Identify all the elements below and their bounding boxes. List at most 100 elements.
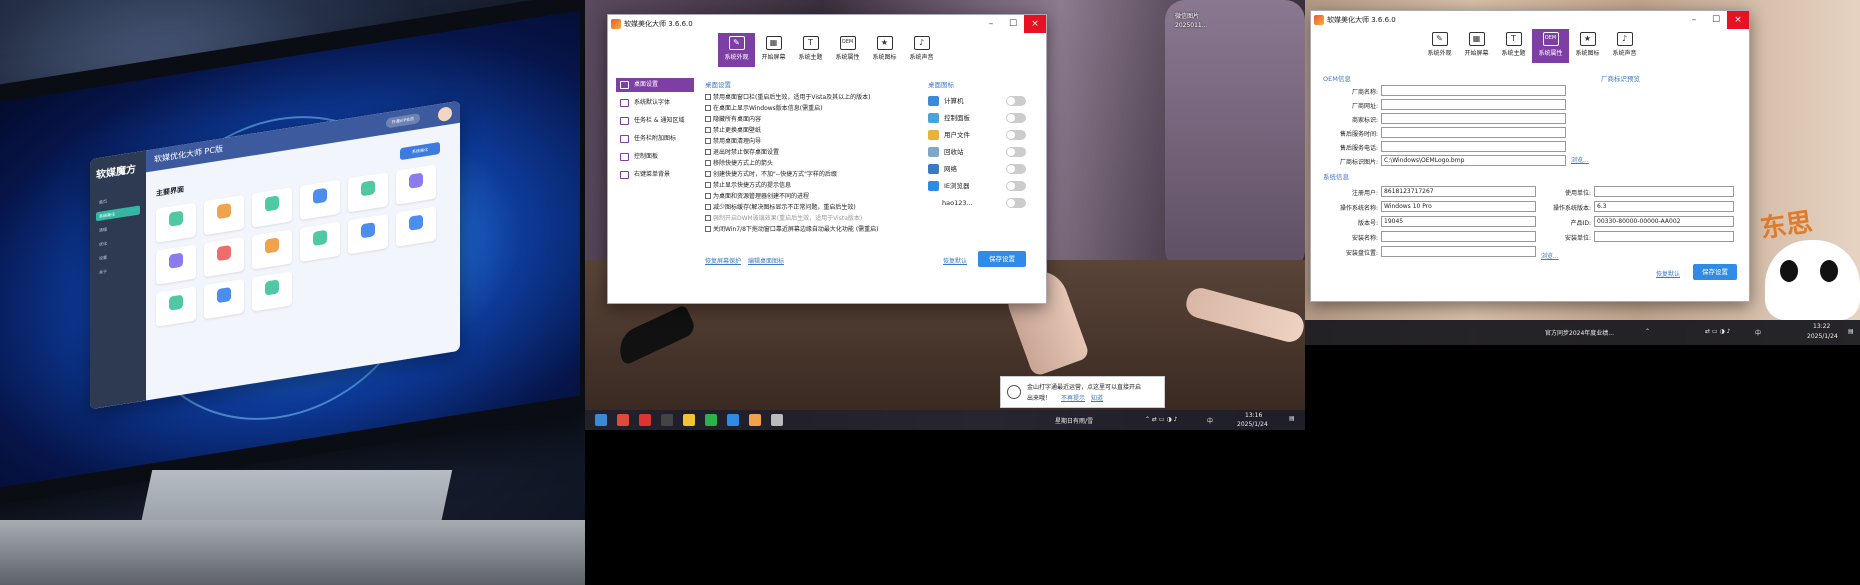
tab-start-screen[interactable]: ▦ 开始屏幕 [1458,29,1495,63]
option-checkbox[interactable]: 减少图标缓存(解决图标显示不正常问题，重启后生效) [705,203,856,213]
checkbox-box[interactable] [705,138,711,144]
taskbar-app-icon[interactable] [705,414,717,426]
checkbox-box[interactable] [705,149,711,155]
taskbar-app-icon[interactable] [749,414,761,426]
taskbar-app-icon[interactable] [727,414,739,426]
checkbox-box[interactable] [705,160,711,166]
taskbar-app-icon[interactable] [661,414,673,426]
text-field[interactable]: 6.3 [1594,201,1734,212]
notification-toast[interactable]: 金山打字通最近运营，点这里可以直接开启 出来哦！ 不再提示 知道 [1000,376,1165,408]
taskbar-app-icon[interactable] [639,414,651,426]
clock-time[interactable]: 13:16 [1245,412,1262,419]
tray-chevron-icon[interactable]: ⌃ [1645,328,1650,335]
desktop-file-icon-label[interactable]: 微信图片 2025011... [1175,12,1207,30]
taskbar-app-icon[interactable] [683,414,695,426]
tray-icons[interactable]: ⌃ ⇄ ▭ ◑ ♪ [1145,416,1177,423]
text-field[interactable] [1594,231,1734,242]
text-field[interactable] [1381,141,1566,152]
minimize-icon[interactable]: – [1683,11,1705,29]
option-checkbox[interactable]: 创建快捷方式时，不加"--快捷方式"字样的后缀 [705,170,837,180]
text-field[interactable] [1381,113,1566,124]
sidebar-item-taskbar-icons[interactable]: 任务栏附加图标 [616,132,694,146]
option-checkbox[interactable]: 移除快捷方式上的箭头 [705,159,773,169]
tab-system-sounds[interactable]: ♪ 系统声音 [1606,29,1643,63]
option-checkbox[interactable]: 为桌面和资源管理器创建不同的进程 [705,192,809,202]
clock-date[interactable]: 2025/1/24 [1807,333,1838,340]
option-checkbox[interactable]: 关闭Win7/8下拖动窗口靠近屏幕边缘自动最大化功能 (需重启) [705,225,879,235]
option-checkbox[interactable]: 退出时禁止保存桌面设置 [705,148,779,158]
tab-system-properties[interactable]: OEM 系统属性 [829,33,866,67]
text-field[interactable] [1381,85,1566,96]
toggle-switch[interactable] [1006,96,1026,106]
tab-system-theme[interactable]: T 系统主题 [1495,29,1532,63]
text-field[interactable] [1594,186,1734,197]
toggle-switch[interactable] [1006,113,1026,123]
title-bar[interactable]: 软媒美化大师 3.6.6.0 – ☐ × [1311,11,1749,29]
option-checkbox[interactable]: 禁止更换桌面壁纸 [705,126,761,136]
maximize-icon[interactable]: ☐ [1002,15,1024,33]
tab-system-theme[interactable]: T 系统主题 [792,33,829,67]
weather-text[interactable]: 星期日有雨/雪 [1055,416,1093,425]
restore-default-link[interactable]: 恢复默认 [943,256,967,265]
sidebar-item-taskbar[interactable]: 任务栏 & 通知区域 [616,114,694,128]
checkbox-box[interactable] [705,226,711,232]
option-checkbox[interactable]: 强制开启DWM玻璃效果(重启后生效，适用于Vista版本) [705,214,862,224]
ime-indicator[interactable]: 中 [1755,328,1761,337]
checkbox-box[interactable] [705,215,711,221]
toast-dismiss-link[interactable]: 不再提示 [1061,393,1085,402]
minimize-icon[interactable]: – [980,15,1002,33]
taskbar-app-icon[interactable] [595,414,607,426]
save-settings-button[interactable]: 保存设置 [978,251,1026,267]
text-field[interactable]: C:\Windows\OEMLogo.bmp [1381,155,1566,166]
close-icon[interactable]: × [1024,15,1046,33]
notification-icon[interactable]: ▤ [1848,328,1854,335]
notification-icon[interactable]: ▤ [1289,415,1295,422]
restore-default-link[interactable]: 恢复默认 [1656,269,1680,278]
toggle-switch[interactable] [1006,147,1026,157]
tab-system-icons[interactable]: ★ 系统图标 [1569,29,1606,63]
taskbar-app-icon[interactable] [617,414,629,426]
tab-system-properties[interactable]: OEM 系统属性 [1532,29,1569,63]
edit-desktop-icons-link[interactable]: 编辑桌面图标 [748,256,784,265]
checkbox-box[interactable] [705,171,711,177]
clock-date[interactable]: 2025/1/24 [1237,421,1268,428]
ime-indicator[interactable]: 中 [1207,416,1213,425]
checkbox-box[interactable] [705,204,711,210]
tray-icons[interactable]: ⇄ ▭ ◑ ♪ [1705,328,1730,335]
tab-system-appearance[interactable]: ✎ 系统外观 [718,33,755,67]
option-checkbox[interactable]: 禁止显示快捷方式的提示信息 [705,181,791,191]
toggle-switch[interactable] [1006,164,1026,174]
text-field[interactable] [1381,99,1566,110]
browse-install-link[interactable]: 浏览... [1541,251,1559,260]
sidebar-item-desktop-settings[interactable]: 桌面设置 [616,78,694,92]
checkbox-box[interactable] [705,127,711,133]
option-checkbox[interactable]: 隐藏所有桌面内容 [705,115,761,125]
option-checkbox[interactable]: 禁用桌面清理向导 [705,137,761,147]
text-field[interactable]: 00330-80000-00000-AA002 [1594,216,1734,227]
toast-ok-link[interactable]: 知道 [1091,393,1103,402]
close-icon[interactable]: × [1727,11,1749,29]
toggle-switch[interactable] [1006,181,1026,191]
text-field[interactable] [1381,246,1536,257]
sidebar-item-default-font[interactable]: 系统默认字体 [616,96,694,110]
sidebar-item-control-panel[interactable]: 控制面板 [616,150,694,164]
text-field[interactable]: Windows 10 Pro [1381,201,1536,212]
title-bar[interactable]: 软媒美化大师 3.6.6.0 – ☐ × [608,15,1046,33]
tab-start-screen[interactable]: ▦ 开始屏幕 [755,33,792,67]
tab-system-sounds[interactable]: ♪ 系统声音 [903,33,940,67]
checkbox-box[interactable] [705,182,711,188]
toggle-switch[interactable] [1006,198,1026,208]
option-checkbox[interactable]: 在桌面上显示Windows版本信息(需重启) [705,104,822,114]
maximize-icon[interactable]: ☐ [1705,11,1727,29]
taskbar-app-icon[interactable] [771,414,783,426]
tab-system-icons[interactable]: ★ 系统图标 [866,33,903,67]
checkbox-box[interactable] [705,94,711,100]
restore-screensaver-link[interactable]: 恢复屏幕保护 [705,256,741,265]
browse-logo-link[interactable]: 浏览... [1571,155,1589,164]
text-field[interactable] [1381,231,1536,242]
save-settings-button[interactable]: 保存设置 [1693,264,1737,280]
sidebar-item-context-menu[interactable]: 右键菜单背景 [616,168,694,182]
text-field[interactable]: 19045 [1381,216,1536,227]
tab-system-appearance[interactable]: ✎ 系统外观 [1421,29,1458,63]
text-field[interactable] [1381,127,1566,138]
